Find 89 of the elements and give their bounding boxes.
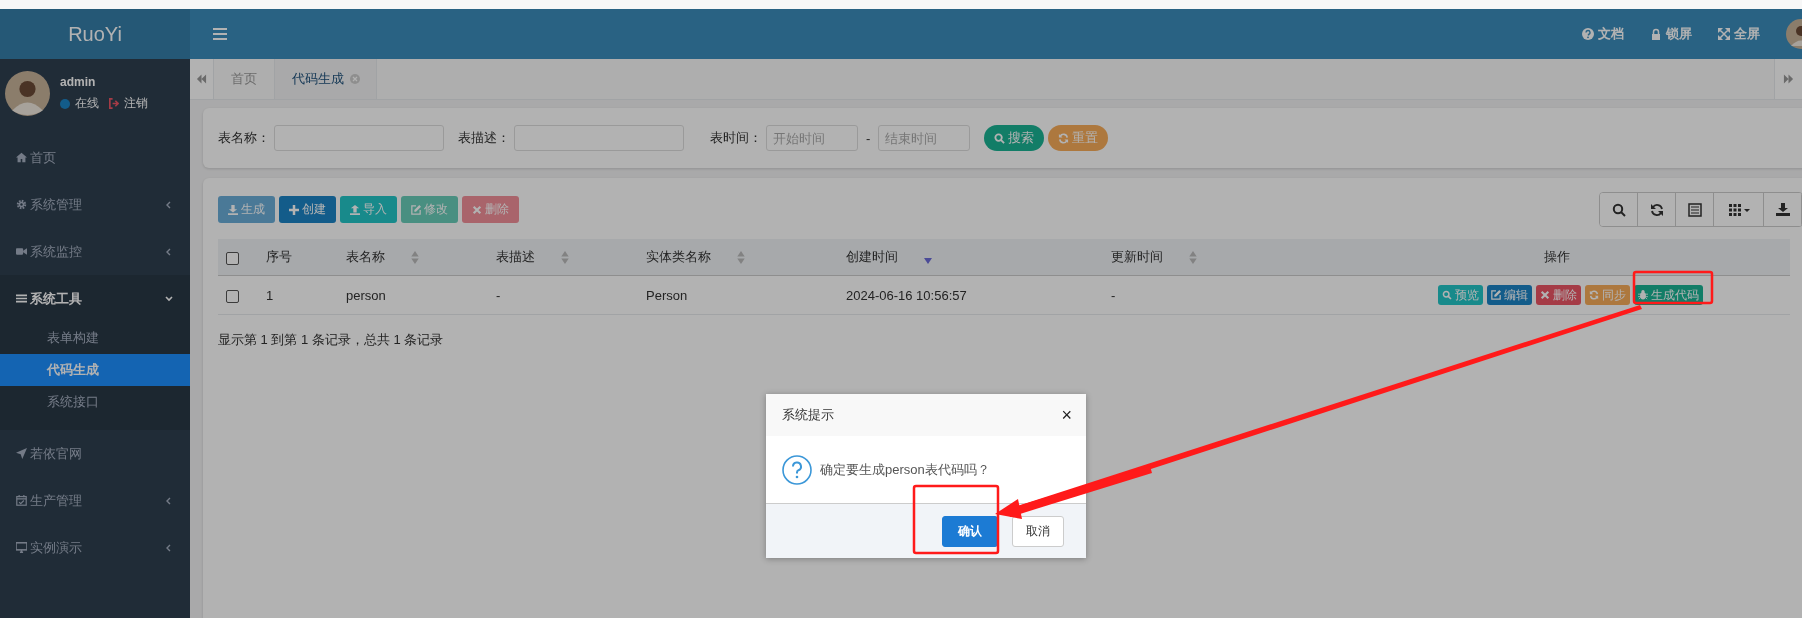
avatar [5, 71, 50, 116]
submenu-item[interactable]: 代码生成 [0, 354, 190, 386]
table-cell: 1 [266, 287, 274, 303]
logout-link[interactable]: 注销 [124, 95, 148, 112]
search-button[interactable]: 搜索 [984, 125, 1045, 151]
calendar-icon [16, 495, 27, 506]
checkbox[interactable] [226, 251, 239, 265]
header-link[interactable]: 锁屏 [1650, 25, 1692, 43]
double-right-icon [1783, 74, 1794, 84]
video-camera-icon [16, 246, 27, 257]
scroll-right-button[interactable] [1774, 59, 1802, 99]
input-field[interactable] [274, 125, 444, 151]
question-icon [782, 454, 812, 485]
refresh-icon [1649, 202, 1664, 217]
grid-icon [1727, 202, 1750, 217]
column-header[interactable]: 实体类名称 [638, 239, 838, 276]
field-label: 表时间： [710, 129, 762, 147]
refresh-icon [1589, 290, 1599, 300]
row-action-button[interactable]: 预览 [1438, 285, 1483, 305]
paper-plane-icon [16, 448, 27, 459]
list-icon [16, 293, 27, 304]
column-header[interactable]: 表描述 [488, 239, 638, 276]
menu-item[interactable]: 若依官网 [0, 430, 190, 477]
menu-item[interactable]: 首页 [0, 134, 190, 181]
submenu-item[interactable]: 系统接口 [0, 386, 190, 418]
toolbar-button[interactable]: 导入 [340, 196, 397, 223]
help-icon [1582, 28, 1594, 40]
dialog-title: 系统提示 [782, 406, 834, 424]
double-left-icon [196, 74, 207, 84]
page-tab[interactable]: 代码生成 [275, 59, 377, 99]
cancel-button[interactable]: 取消 [1012, 515, 1064, 547]
confirm-button[interactable]: 确认 [942, 515, 998, 547]
status-text: 在线 [75, 95, 99, 112]
input-field[interactable] [514, 125, 684, 151]
checkbox[interactable] [226, 289, 239, 303]
menu-item[interactable]: 系统监控 [0, 228, 190, 275]
submenu-item[interactable]: 表单构建 [0, 322, 190, 354]
edit-icon [1491, 290, 1501, 300]
close-icon [1540, 290, 1550, 300]
row-action-button[interactable]: 删除 [1536, 285, 1581, 305]
column-header[interactable]: 操作 [1323, 239, 1790, 276]
home-icon [16, 152, 27, 163]
user-name: admin [60, 75, 97, 89]
column-header[interactable]: 序号 [258, 239, 338, 276]
date-field[interactable]: 结束时间 [878, 125, 971, 151]
scroll-left-button[interactable] [190, 59, 214, 99]
search-icon [994, 132, 1006, 144]
list-icon [1687, 202, 1702, 217]
lock-icon [1650, 28, 1662, 40]
column-header[interactable]: 表名称 [338, 239, 488, 276]
logout-icon [108, 98, 119, 109]
app-logo: RuoYi [68, 22, 122, 46]
table-cell: - [496, 287, 501, 303]
plus-icon [289, 204, 299, 215]
field-label: 表描述： [458, 129, 510, 147]
header-link[interactable]: 文档 [1582, 25, 1624, 43]
search-icon [1611, 202, 1626, 217]
row-action-button[interactable]: 同步 [1585, 285, 1630, 305]
search-button[interactable] [1600, 193, 1638, 226]
table-cell: 2024-06-16 10:56:57 [846, 287, 967, 303]
dialog-message: 确定要生成person表代码吗？ [820, 460, 990, 479]
menu-item[interactable]: 系统管理 [0, 181, 190, 228]
upload-icon [350, 204, 360, 215]
bug-icon [1638, 290, 1648, 300]
date-field[interactable]: 开始时间 [766, 125, 858, 151]
reset-button[interactable]: 重置 [1048, 125, 1109, 151]
expand-icon [1718, 28, 1730, 40]
range-separator: - [866, 130, 871, 146]
table-cell: Person [646, 287, 688, 303]
table-cell: - [1111, 287, 1116, 303]
menu-item[interactable]: 系统工具 [0, 275, 190, 322]
toolbar-button[interactable]: 创建 [279, 196, 336, 223]
search-icon [1442, 290, 1452, 300]
field-label: 表名称： [218, 129, 270, 147]
menu-icon[interactable] [213, 28, 227, 40]
table-cell: person [346, 287, 386, 303]
close-button[interactable]: × [1061, 404, 1072, 426]
download-icon [1775, 202, 1790, 217]
online-dot-icon [60, 98, 70, 109]
monitor-icon [16, 542, 27, 553]
column-header[interactable]: 创建时间 [838, 239, 1103, 276]
refresh-icon [1058, 132, 1070, 144]
menu-item[interactable]: 生产管理 [0, 477, 190, 524]
column-header[interactable]: 更新时间 [1103, 239, 1323, 276]
pagination-info: 显示第 1 到第 1 条记录，总共 1 条记录 [218, 331, 445, 349]
gear-icon [16, 199, 27, 210]
menu-item[interactable]: 实例演示 [0, 524, 190, 571]
header-link[interactable]: 全屏 [1718, 25, 1760, 43]
row-action-button[interactable]: 编辑 [1487, 285, 1532, 305]
